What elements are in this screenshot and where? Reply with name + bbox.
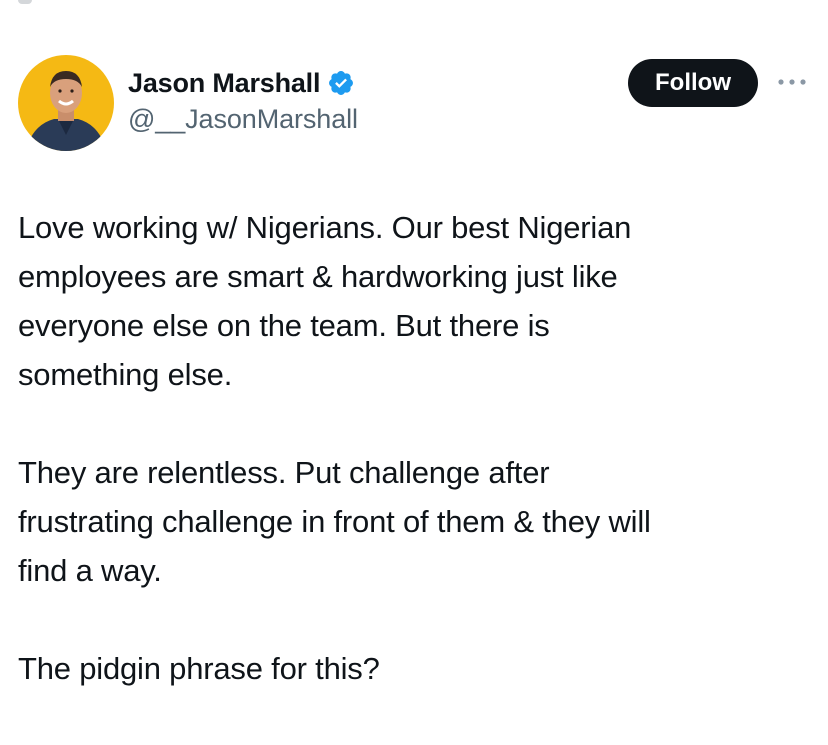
author-info: Jason Marshall @__JasonMarshall	[128, 64, 358, 135]
avatar-image	[18, 55, 114, 151]
ellipsis-icon[interactable]	[776, 72, 808, 92]
name-row: Jason Marshall	[128, 64, 358, 102]
verified-badge-icon[interactable]	[327, 69, 355, 97]
tweet-text: Love working w/ Nigerians. Our best Nige…	[18, 203, 808, 693]
tweet-paragraph: They are relentless. Put challenge after…	[18, 455, 651, 588]
previous-content-edge	[18, 0, 32, 4]
tweet-paragraph: The pidgin phrase for this?	[18, 651, 380, 686]
follow-button[interactable]: Follow	[628, 59, 758, 107]
tweet-paragraph: Love working w/ Nigerians. Our best Nige…	[18, 210, 632, 392]
avatar[interactable]	[18, 55, 114, 151]
handle[interactable]: @__JasonMarshall	[128, 104, 358, 135]
display-name[interactable]: Jason Marshall	[128, 68, 320, 99]
